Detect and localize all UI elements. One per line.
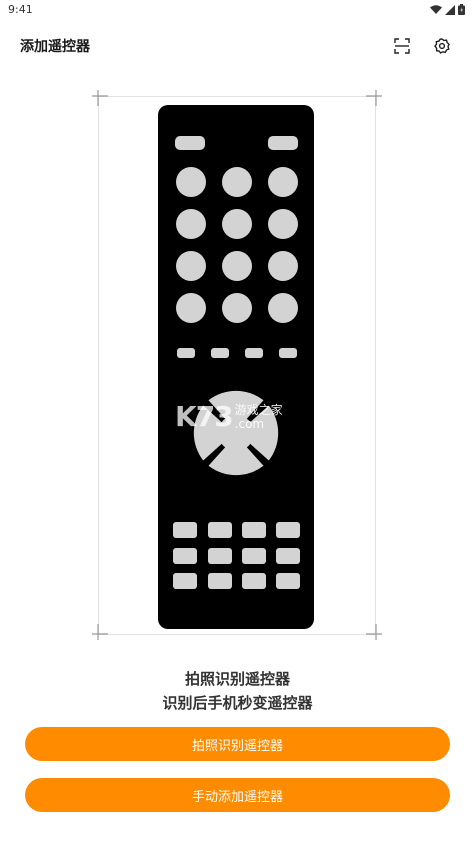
- frame-corner-icon: [92, 624, 108, 640]
- remote-key: [173, 573, 197, 589]
- remote-key: [175, 136, 205, 150]
- remote-illustration: [158, 105, 314, 629]
- remote-key: [276, 522, 300, 538]
- remote-key: [268, 136, 298, 150]
- remote-key: [245, 348, 263, 358]
- remote-key: [208, 548, 232, 564]
- scan-icon: [394, 38, 410, 54]
- watermark-line1: 游戏之家: [234, 402, 283, 417]
- scan-button[interactable]: [390, 34, 414, 58]
- caption-subtitle: 识别后手机秒变遥控器: [162, 694, 313, 712]
- remote-key: [276, 548, 300, 564]
- remote-key: [211, 348, 229, 358]
- watermark: K73 游戏之家 .com: [175, 400, 283, 433]
- manual-add-button[interactable]: 手动添加遥控器: [25, 778, 450, 812]
- watermark-text: 游戏之家 .com: [235, 403, 283, 431]
- remote-key: [242, 548, 266, 564]
- remote-key: [173, 522, 197, 538]
- remote-key: [208, 573, 232, 589]
- settings-button[interactable]: [430, 34, 454, 58]
- status-bar: 9:41: [0, 0, 475, 22]
- watermark-line2: .com: [234, 416, 265, 431]
- app-bar: 添加遥控器: [0, 22, 475, 70]
- remote-key: [222, 209, 252, 239]
- remote-key: [176, 167, 206, 197]
- status-icons: [430, 4, 465, 15]
- remote-key: [208, 522, 232, 538]
- remote-key: [222, 251, 252, 281]
- wifi-icon: [430, 4, 442, 14]
- remote-key: [268, 209, 298, 239]
- remote-key: [222, 167, 252, 197]
- remote-key: [173, 548, 197, 564]
- remote-key: [242, 573, 266, 589]
- remote-key: [279, 348, 297, 358]
- remote-key: [276, 573, 300, 589]
- remote-key: [177, 348, 195, 358]
- status-time: 9:41: [8, 3, 33, 16]
- remote-key: [222, 293, 252, 323]
- gear-icon: [434, 38, 450, 54]
- dpad-icon: [193, 390, 279, 476]
- battery-icon: [458, 4, 465, 15]
- page-title: 添加遥控器: [20, 39, 90, 55]
- watermark-logo: K73: [175, 400, 234, 433]
- caption-title: 拍照识别遥控器: [184, 670, 290, 688]
- remote-key: [268, 251, 298, 281]
- frame-corner-icon: [366, 90, 382, 106]
- remote-key: [176, 251, 206, 281]
- remote-key: [242, 522, 266, 538]
- remote-key: [268, 167, 298, 197]
- remote-key: [176, 209, 206, 239]
- remote-key: [176, 293, 206, 323]
- frame-corner-icon: [92, 90, 108, 106]
- signal-icon: [445, 4, 455, 15]
- photo-recognize-button[interactable]: 拍照识别遥控器: [25, 727, 450, 761]
- frame-corner-icon: [366, 624, 382, 640]
- remote-key: [268, 293, 298, 323]
